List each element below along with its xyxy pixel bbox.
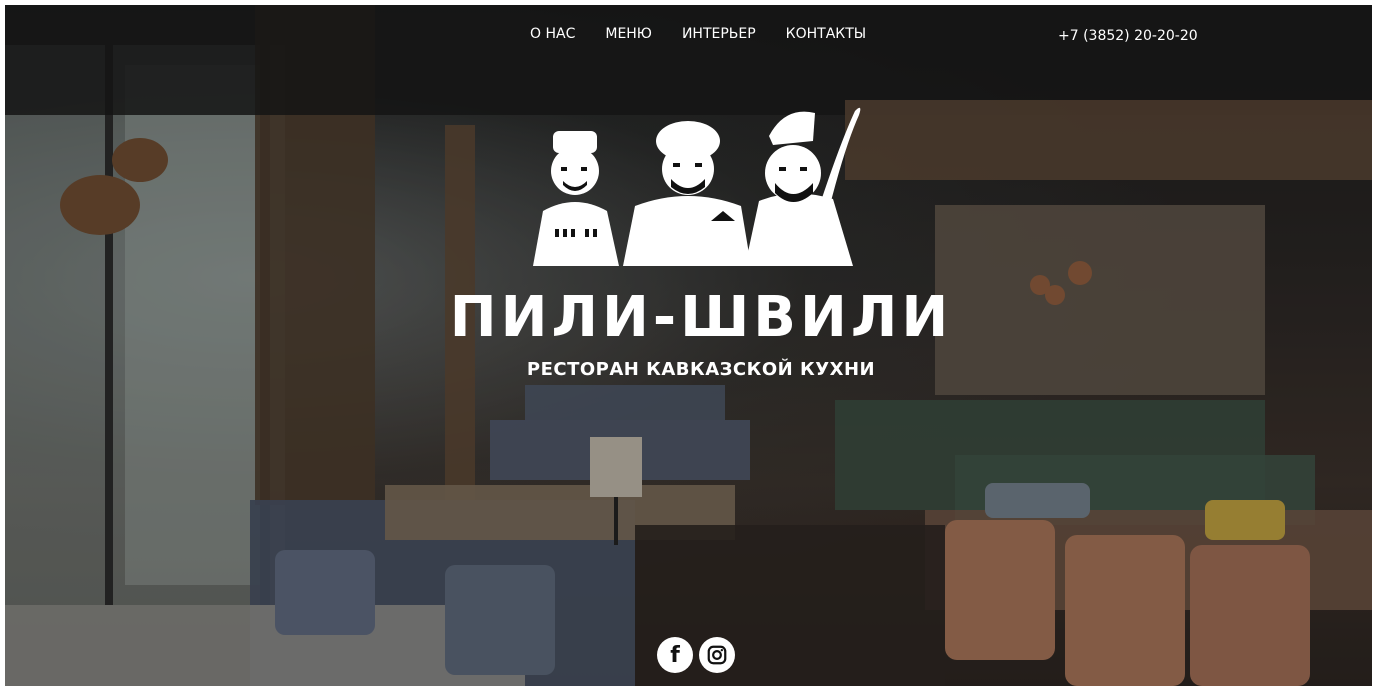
instagram-glyph — [707, 645, 727, 665]
phone-number[interactable]: +7 (3852) 20-20-20 — [1058, 28, 1198, 44]
hero-section: О НАС МЕНЮ ИНТЕРЬЕР КОНТАКТЫ +7 (3852) 2… — [5, 5, 1372, 686]
three-elders-logo-icon — [533, 107, 861, 266]
nav-item-interior[interactable]: ИНТЕРЬЕР — [682, 26, 756, 42]
nav-item-about[interactable]: О НАС — [530, 26, 575, 42]
brand-name: ПИЛИ-ШВИЛИ — [449, 285, 953, 350]
nav-item-contacts[interactable]: КОНТАКТЫ — [786, 26, 866, 42]
brand-subtitle: РЕСТОРАН КАВКАЗСКОЙ КУХНИ — [526, 359, 876, 380]
facebook-glyph: f — [670, 642, 680, 668]
main-nav: О НАС МЕНЮ ИНТЕРЬЕР КОНТАКТЫ — [530, 26, 896, 42]
nav-item-menu[interactable]: МЕНЮ — [605, 26, 652, 42]
facebook-icon[interactable]: f — [657, 637, 693, 673]
social-links: f — [657, 637, 735, 673]
instagram-icon[interactable] — [699, 637, 735, 673]
